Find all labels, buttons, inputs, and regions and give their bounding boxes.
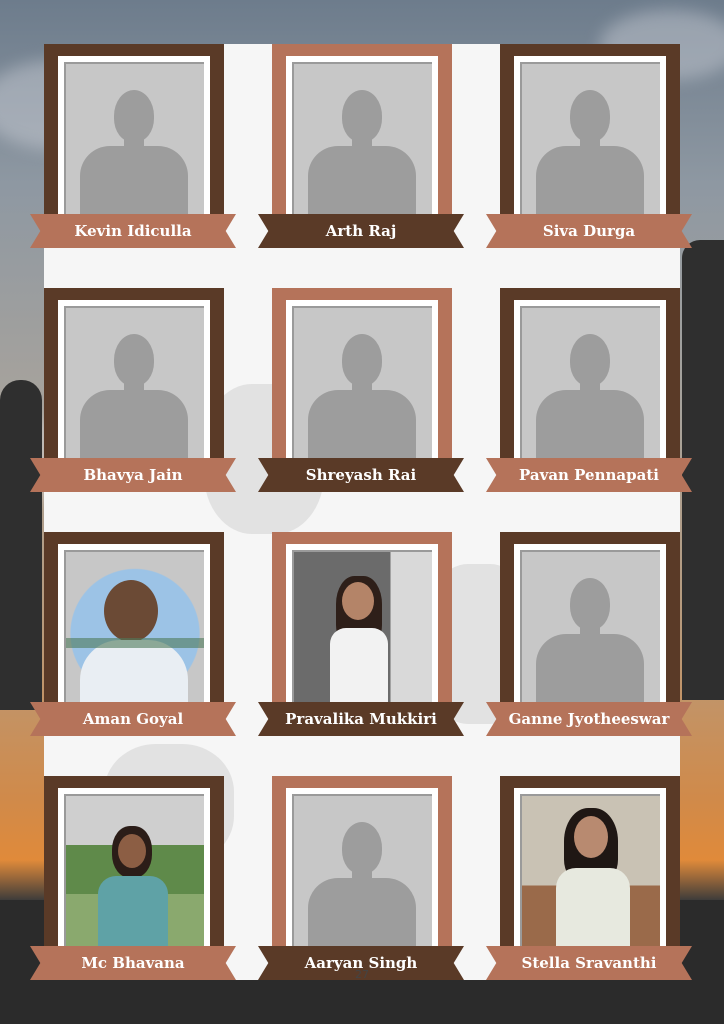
photo-mat xyxy=(286,300,438,478)
member-name: Aman Goyal xyxy=(82,710,184,728)
avatar-head xyxy=(570,90,610,142)
member-name: Kevin Idiculla xyxy=(74,222,192,240)
placeholder-avatar-icon xyxy=(64,62,204,227)
photo-frame xyxy=(44,44,224,234)
page-number: 27 xyxy=(355,968,369,981)
placeholder-avatar-icon xyxy=(292,794,432,959)
portrait-image xyxy=(522,796,660,959)
member-photo xyxy=(292,550,432,715)
avatar-head xyxy=(114,334,154,386)
photo-mat xyxy=(58,56,210,234)
name-ribbon: Aman Goyal xyxy=(30,702,236,736)
name-ribbon: Siva Durga xyxy=(486,214,692,248)
avatar-head xyxy=(342,334,382,386)
photo-frame xyxy=(44,532,224,722)
name-ribbon: Ganne Jyotheeswar xyxy=(486,702,692,736)
portrait-image xyxy=(294,552,432,715)
photo-frame xyxy=(272,44,452,234)
name-ribbon: Bhavya Jain xyxy=(30,458,236,492)
placeholder-avatar-icon xyxy=(64,306,204,471)
member-name: Bhavya Jain xyxy=(83,466,183,484)
photo-mat xyxy=(286,788,438,966)
placeholder-avatar-icon xyxy=(520,550,660,715)
photo-mat xyxy=(514,544,666,722)
avatar-head xyxy=(114,90,154,142)
placeholder-avatar-icon xyxy=(292,306,432,471)
photo-frame xyxy=(500,532,680,722)
photo-mat xyxy=(58,788,210,966)
member-name: Shreyash Rai xyxy=(305,466,417,484)
photo-mat xyxy=(58,544,210,722)
photo-frame xyxy=(500,776,680,966)
member-name: Pravalika Mukkiri xyxy=(285,710,437,728)
member-name: Pavan Pennapati xyxy=(519,466,659,484)
photo-mat xyxy=(514,300,666,478)
photo-frame xyxy=(272,532,452,722)
member-photo xyxy=(64,550,204,715)
photo-frame xyxy=(500,288,680,478)
name-ribbon: Shreyash Rai xyxy=(258,458,464,492)
avatar-head xyxy=(342,90,382,142)
name-ribbon: Arth Raj xyxy=(258,214,464,248)
placeholder-avatar-icon xyxy=(292,62,432,227)
photo-mat xyxy=(286,56,438,234)
photo-frame xyxy=(272,776,452,966)
photo-mat xyxy=(514,56,666,234)
photo-mat xyxy=(58,300,210,478)
portrait-image xyxy=(66,796,204,959)
member-name: Ganne Jyotheeswar xyxy=(508,710,670,728)
avatar-head xyxy=(570,578,610,630)
member-photo xyxy=(64,794,204,959)
photo-mat xyxy=(514,788,666,966)
photo-frame xyxy=(44,776,224,966)
photo-mat xyxy=(286,544,438,722)
avatar-head xyxy=(570,334,610,386)
member-photo xyxy=(520,794,660,959)
avatar-head xyxy=(342,822,382,874)
member-name: Siva Durga xyxy=(542,222,636,240)
name-ribbon: Kevin Idiculla xyxy=(30,214,236,248)
portrait-image xyxy=(66,552,204,715)
photo-frame xyxy=(272,288,452,478)
name-ribbon: Pavan Pennapati xyxy=(486,458,692,492)
member-name: Arth Raj xyxy=(325,222,397,240)
photo-frame xyxy=(500,44,680,234)
background-silhouette-right xyxy=(682,240,724,700)
background-silhouette-left xyxy=(0,380,42,710)
name-ribbon: Pravalika Mukkiri xyxy=(258,702,464,736)
photo-frame xyxy=(44,288,224,478)
placeholder-avatar-icon xyxy=(520,306,660,471)
placeholder-avatar-icon xyxy=(520,62,660,227)
